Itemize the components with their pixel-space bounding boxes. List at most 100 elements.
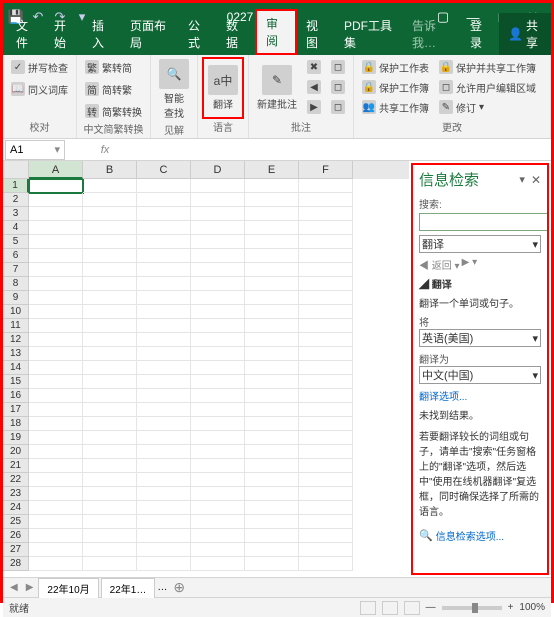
cell[interactable] — [29, 333, 83, 347]
cell[interactable] — [83, 487, 137, 501]
cell[interactable] — [191, 221, 245, 235]
pane-close-icon[interactable]: ✕ — [531, 173, 541, 187]
cell[interactable] — [137, 389, 191, 403]
allow-edit-button[interactable]: ◻允许用户编辑区域 — [435, 77, 540, 97]
cell[interactable] — [191, 347, 245, 361]
cell[interactable] — [191, 431, 245, 445]
cell[interactable] — [29, 445, 83, 459]
cell[interactable] — [191, 529, 245, 543]
row-head[interactable]: 5 — [3, 235, 29, 249]
cell[interactable] — [245, 473, 299, 487]
cell[interactable] — [245, 403, 299, 417]
sheet-tab[interactable]: 22年1… — [101, 578, 156, 598]
smart-lookup-button[interactable]: 🔍智能 查找 — [155, 57, 193, 122]
cell[interactable] — [191, 319, 245, 333]
cell[interactable] — [137, 305, 191, 319]
tab-pdf[interactable]: PDF工具集 — [335, 13, 403, 55]
row-head[interactable]: 26 — [3, 529, 29, 543]
col-head[interactable]: F — [299, 161, 353, 179]
cell[interactable] — [245, 389, 299, 403]
row-head[interactable]: 6 — [3, 249, 29, 263]
cell[interactable] — [191, 305, 245, 319]
row-head[interactable]: 3 — [3, 207, 29, 221]
cell[interactable] — [191, 445, 245, 459]
cell[interactable] — [29, 221, 83, 235]
tab-home[interactable]: 开始 — [45, 13, 83, 55]
cell[interactable] — [299, 557, 353, 571]
zoom-out-button[interactable]: — — [426, 602, 436, 613]
prev-comment-button[interactable]: ◀ — [303, 77, 325, 97]
row-head[interactable]: 1 — [3, 179, 29, 193]
row-head[interactable]: 28 — [3, 557, 29, 571]
cell[interactable] — [245, 305, 299, 319]
spreadsheet-grid[interactable]: A B C D E F 1234567891011121314151617181… — [3, 161, 409, 577]
row-head[interactable]: 23 — [3, 487, 29, 501]
cell[interactable] — [29, 375, 83, 389]
row-head[interactable]: 12 — [3, 333, 29, 347]
cell[interactable] — [29, 179, 83, 193]
cell[interactable] — [299, 501, 353, 515]
simp-to-trad-button[interactable]: 简简转繁 — [81, 79, 146, 99]
tab-tellme[interactable]: 告诉我… — [403, 13, 461, 55]
row-head[interactable]: 7 — [3, 263, 29, 277]
cell[interactable] — [83, 543, 137, 557]
cell[interactable] — [83, 445, 137, 459]
cell[interactable] — [137, 291, 191, 305]
cell[interactable] — [245, 179, 299, 193]
cell[interactable] — [245, 459, 299, 473]
cell[interactable] — [299, 263, 353, 277]
cell[interactable] — [137, 543, 191, 557]
row-head[interactable]: 13 — [3, 347, 29, 361]
cell[interactable] — [245, 431, 299, 445]
cell[interactable] — [245, 221, 299, 235]
cell[interactable] — [191, 361, 245, 375]
cell[interactable] — [245, 207, 299, 221]
cell[interactable] — [245, 263, 299, 277]
cell[interactable] — [29, 263, 83, 277]
cell[interactable] — [83, 557, 137, 571]
col-head[interactable]: B — [83, 161, 137, 179]
cell[interactable] — [245, 375, 299, 389]
thesaurus-button[interactable]: 📖同义词库 — [7, 79, 72, 99]
sheet-nav-prev[interactable]: ◀ — [7, 582, 21, 593]
cell[interactable] — [83, 305, 137, 319]
protect-sheet-button[interactable]: 🔒保护工作表 — [358, 57, 433, 77]
cell[interactable] — [245, 529, 299, 543]
show-ink-button[interactable]: ◻ — [327, 97, 349, 117]
cell[interactable] — [83, 333, 137, 347]
col-head[interactable]: C — [137, 161, 191, 179]
cell[interactable] — [29, 319, 83, 333]
row-head[interactable]: 15 — [3, 375, 29, 389]
cell[interactable] — [83, 473, 137, 487]
cell[interactable] — [191, 235, 245, 249]
cell[interactable] — [29, 557, 83, 571]
cell[interactable] — [191, 417, 245, 431]
cell[interactable] — [245, 235, 299, 249]
cell[interactable] — [137, 221, 191, 235]
cell[interactable] — [83, 179, 137, 193]
cell[interactable] — [245, 249, 299, 263]
cell[interactable] — [245, 487, 299, 501]
cell[interactable] — [191, 473, 245, 487]
cell[interactable] — [299, 375, 353, 389]
cell[interactable] — [83, 501, 137, 515]
cell[interactable] — [83, 375, 137, 389]
cell[interactable] — [83, 291, 137, 305]
cell[interactable] — [137, 277, 191, 291]
cell[interactable] — [137, 361, 191, 375]
cell[interactable] — [245, 515, 299, 529]
cell[interactable] — [299, 459, 353, 473]
cell[interactable] — [299, 347, 353, 361]
cell[interactable] — [137, 249, 191, 263]
cell[interactable] — [137, 501, 191, 515]
protect-workbook-button[interactable]: 🔒保护工作簿 — [358, 77, 433, 97]
cell[interactable] — [191, 557, 245, 571]
tab-review[interactable]: 审阅 — [255, 9, 297, 55]
cell[interactable] — [299, 543, 353, 557]
cell[interactable] — [29, 193, 83, 207]
cell[interactable] — [137, 431, 191, 445]
col-head[interactable]: D — [191, 161, 245, 179]
cell[interactable] — [245, 417, 299, 431]
cell[interactable] — [83, 459, 137, 473]
cell[interactable] — [29, 529, 83, 543]
